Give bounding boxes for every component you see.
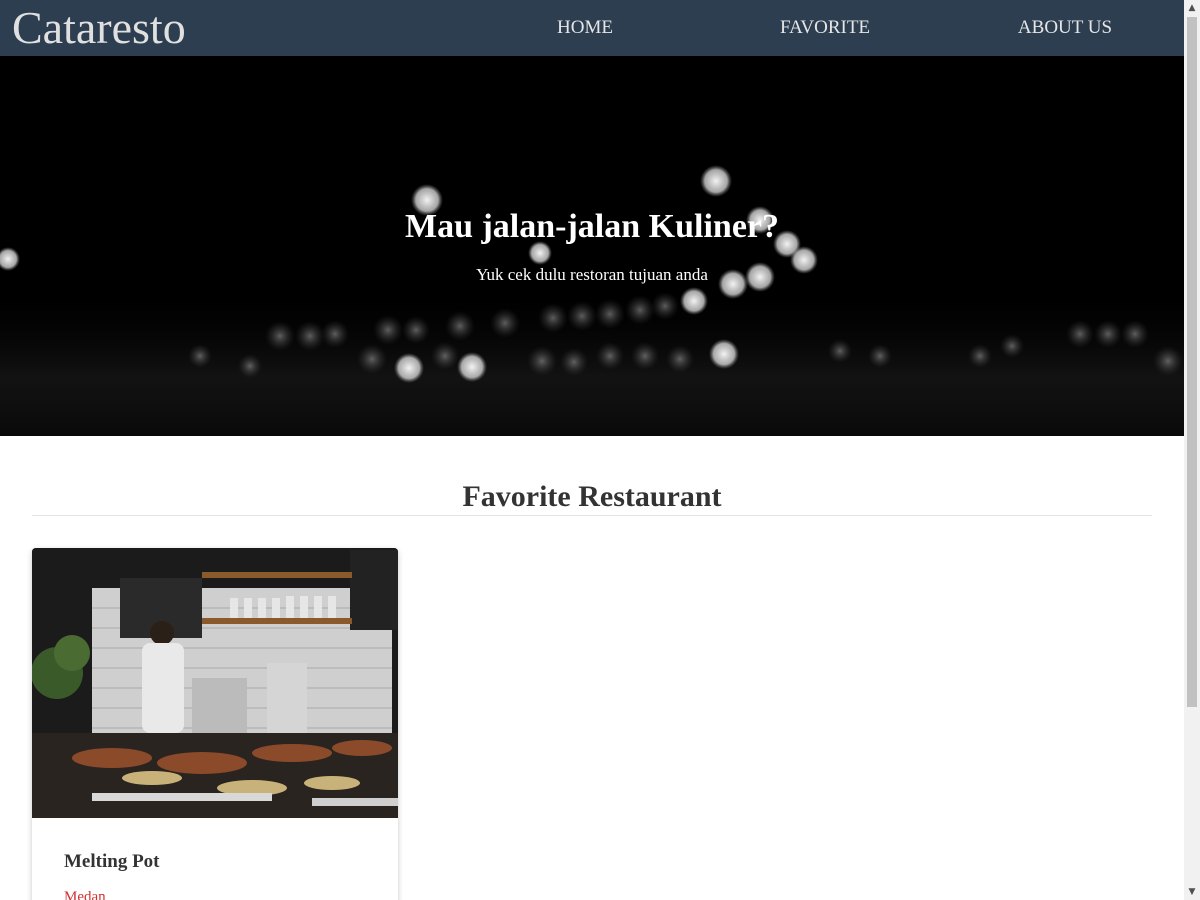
hero-banner: Mau jalan-jalan Kuliner? Yuk cek dulu re… — [0, 56, 1184, 436]
page: Cataresto HOME FAVORITE ABOUT US Mau jal… — [0, 0, 1200, 900]
restaurant-city: Medan — [64, 889, 106, 900]
viewport: Cataresto HOME FAVORITE ABOUT US Mau jal… — [0, 0, 1184, 900]
section-title: Favorite Restaurant — [462, 480, 722, 513]
brand-logo[interactable]: Cataresto — [12, 2, 186, 54]
hero-title: Mau jalan-jalan Kuliner? — [404, 208, 780, 245]
navbar: Cataresto HOME FAVORITE ABOUT US — [0, 0, 1184, 56]
scroll-down-arrow-icon[interactable]: ▼ — [1184, 884, 1200, 900]
hero-bokeh-image — [0, 165, 1184, 436]
restaurant-name[interactable]: Melting Pot — [64, 851, 160, 873]
page-scrollbar[interactable]: ▲ ▼ — [1184, 0, 1200, 900]
nav-home-link[interactable]: HOME — [505, 16, 665, 40]
scroll-up-arrow-icon[interactable]: ▲ — [1184, 0, 1200, 16]
scroll-thumb[interactable] — [1187, 17, 1197, 707]
restaurant-image — [32, 548, 398, 818]
section-divider — [32, 515, 1152, 516]
restaurant-card[interactable]: Melting Pot Medan — [32, 548, 398, 900]
hero-subtitle: Yuk cek dulu restoran tujuan anda — [476, 265, 708, 284]
nav-about-link[interactable]: ABOUT US — [985, 16, 1145, 40]
nav-favorite-link[interactable]: FAVORITE — [745, 16, 905, 40]
